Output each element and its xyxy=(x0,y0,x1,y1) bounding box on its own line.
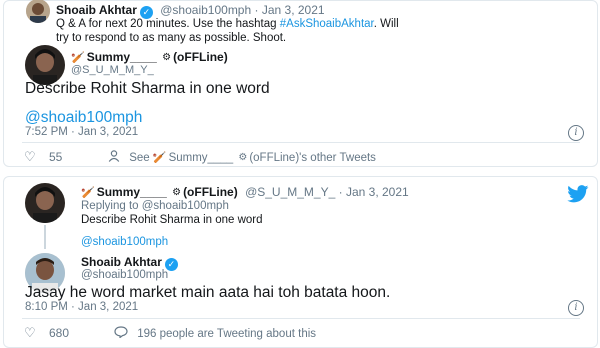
see-prefix: See xyxy=(129,152,150,164)
reply-parent-date[interactable]: Jan 3, 2021 xyxy=(346,185,409,199)
tweet1-date[interactable]: Jan 3, 2021 xyxy=(262,3,325,17)
reply-author-name[interactable]: Shoaib Akhtar xyxy=(81,255,162,269)
reply-parent-author-suffix[interactable]: (oFFLine) xyxy=(183,185,238,199)
comment-bubble-icon xyxy=(114,326,128,339)
hashtag-link[interactable]: #AskShoaibAkhtar xyxy=(280,18,374,30)
cricket-bat-icon: 🏏 xyxy=(152,152,167,164)
info-icon[interactable]: i xyxy=(568,300,584,316)
replying-to-line[interactable]: Replying to @shoaib100mph xyxy=(81,200,229,212)
like-button[interactable]: ♡ 55 xyxy=(24,149,62,165)
card2-divider xyxy=(22,318,580,319)
main-tweet-text: Describe Rohit Sharma in one word xyxy=(25,80,270,97)
see-suffix: (oFFLine)'s other Tweets xyxy=(249,152,376,164)
avatar-shoaib-akhtar[interactable] xyxy=(26,0,50,23)
reply-text: Jasay he word market main aata hai toh b… xyxy=(25,284,391,301)
tweet1-author-handle[interactable]: @shoaib100mph xyxy=(160,3,251,17)
see-other-tweets-link[interactable]: See 🏏 Summy____ ⚙ (oFFLine)'s other Tweets xyxy=(108,150,376,164)
quoted-author-line: 🏏 Summy____ ⚙ (oFFLine) xyxy=(71,50,228,64)
reply-parent-header: 🏏 Summy____ ⚙ (oFFLine) @S_U_M_M_Y_ · Jan … xyxy=(81,185,409,199)
tweet1-author-name[interactable]: Shoaib Akhtar xyxy=(56,3,137,17)
gear-icon: ⚙ xyxy=(162,52,172,63)
quoted-author-name[interactable]: Summy____ xyxy=(87,50,157,64)
like-count: 55 xyxy=(49,150,63,164)
tweet-embed-card-2: 🏏 Summy____ ⚙ (oFFLine) @S_U_M_M_Y_ · Jan … xyxy=(3,176,598,348)
tweeting-about-text: 196 people are Tweeting about this xyxy=(137,328,317,340)
gear-icon: ⚙ xyxy=(172,187,182,198)
tweet1-header: Shoaib Akhtar ✓ @shoaib100mph · Jan 3, 20… xyxy=(56,3,325,19)
quoted-author-handle[interactable]: @S_U_M_M_Y_ xyxy=(71,64,154,76)
cricket-bat-icon: 🏏 xyxy=(71,52,85,64)
tweet1-text-a: Q & A for next 20 minutes. Use the hasht… xyxy=(56,18,280,30)
cricket-bat-icon: 🏏 xyxy=(81,187,95,199)
card1-divider xyxy=(22,142,580,143)
thread-connector-line xyxy=(44,225,46,249)
heart-icon: ♡ xyxy=(24,149,36,164)
main-tweet-timestamp[interactable]: 7:52 PM · Jan 3, 2021 xyxy=(25,126,138,138)
avatar-summy[interactable] xyxy=(25,183,65,223)
avatar-summy[interactable] xyxy=(25,45,65,85)
reply-parent-author-name[interactable]: Summy____ xyxy=(97,185,167,199)
tweet1-text-b: . Will xyxy=(373,18,399,30)
person-icon xyxy=(108,150,120,162)
reply-parent-separator: · xyxy=(338,185,346,199)
gear-icon: ⚙ xyxy=(238,152,248,163)
main-tweet-mention[interactable]: @shoaib100mph xyxy=(25,109,142,127)
tweet1-text-line1: Q & A for next 20 minutes. Use the hasht… xyxy=(56,18,399,30)
reply-parent-mention[interactable]: @shoaib100mph xyxy=(81,236,168,248)
info-icon[interactable]: i xyxy=(568,125,584,141)
tweet1-separator: · xyxy=(254,3,262,17)
reply-timestamp[interactable]: 8:10 PM · Jan 3, 2021 xyxy=(25,301,138,313)
reply-parent-author-handle[interactable]: @S_U_M_M_Y_ xyxy=(245,185,335,199)
tweet-embed-card-1: Shoaib Akhtar ✓ @shoaib100mph · Jan 3, 20… xyxy=(3,0,598,167)
quoted-author-suffix[interactable]: (oFFLine) xyxy=(173,50,228,64)
twitter-bird-icon[interactable] xyxy=(567,185,589,203)
see-name: Summy____ xyxy=(168,152,234,164)
tweet1-text-line2: try to respond to as many as possible. S… xyxy=(56,32,287,44)
reply-author-handle[interactable]: @shoaib100mph xyxy=(81,269,168,281)
reply-parent-text: Describe Rohit Sharma in one word xyxy=(81,214,263,226)
like-button[interactable]: ♡ 680 xyxy=(24,325,69,341)
